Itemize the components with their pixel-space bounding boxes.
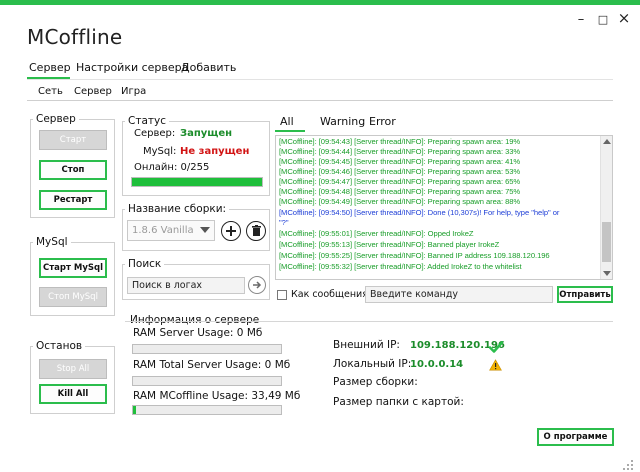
server-stop-button[interactable]: Стоп [39, 160, 107, 180]
build-size-label: Размер сборки: [333, 376, 418, 388]
subtab-server[interactable]: Сервер [74, 86, 112, 97]
log-tab-error[interactable]: Error [369, 115, 396, 128]
server-status-label: Сервер: [134, 128, 176, 139]
online-label: Онлайн: 0/255 [134, 162, 210, 173]
scroll-up-icon[interactable] [603, 139, 611, 144]
arrow-right-circle-icon[interactable] [248, 276, 266, 294]
log-line: [MCoffline]: [09:55:25] [Server thread/I… [279, 251, 550, 260]
log-console[interactable]: [MCoffline]: [09:54:43] [Server thread/I… [275, 135, 613, 280]
log-tab-indicator [275, 130, 305, 132]
log-line: [MCoffline]: [09:54:43] [Server thread/I… [279, 137, 521, 146]
kill-all-button[interactable]: Kill All [39, 384, 107, 404]
log-tab-warning[interactable]: Warning [320, 115, 365, 128]
ram-mcoffline-progress-fill [133, 406, 136, 414]
server-info-title: Информация о сервере [130, 314, 260, 326]
log-line: [MCoffline]: [09:54:48] [Server thread/I… [279, 187, 521, 196]
window-accent-bar [0, 0, 640, 5]
mysql-start-button[interactable]: Старт MySql [39, 258, 107, 278]
check-icon [488, 338, 504, 357]
subtab-game[interactable]: Игра [121, 86, 146, 97]
tab-server-settings[interactable]: Настройки сервера [76, 61, 188, 74]
status-group-title: Статус [128, 115, 166, 127]
log-line: [MCoffline]: [09:54:46] [Server thread/I… [279, 167, 521, 176]
scroll-down-icon[interactable] [603, 271, 611, 276]
online-progress-fill [132, 178, 262, 186]
search-input[interactable]: Поиск в логах [127, 277, 245, 294]
server-restart-button[interactable]: Рестарт [39, 190, 107, 210]
local-ip-value: 10.0.0.14 [410, 359, 464, 370]
log-scrollbar-thumb[interactable] [602, 222, 611, 262]
log-line: [MCoffline]: [09:54:45] [Server thread/I… [279, 157, 521, 166]
log-line: [MCoffline]: [09:54:47] [Server thread/I… [279, 177, 521, 186]
close-button[interactable]: × [617, 9, 631, 27]
ram-total-label: RAM Total Server Usage: 0 Мб [133, 359, 291, 371]
log-line: [MCoffline]: [09:55:01] [Server thread/I… [279, 229, 474, 238]
command-input[interactable]: Введите команду [365, 286, 553, 303]
maximize-button[interactable]: □ [596, 13, 610, 26]
warning-icon [489, 356, 502, 375]
log-scrollbar[interactable] [600, 136, 612, 279]
subtab-network[interactable]: Сеть [38, 86, 63, 97]
server-info-divider [125, 321, 613, 322]
build-select[interactable]: 1.8.6 Vanilla [127, 220, 215, 241]
plus-circle-icon[interactable] [221, 221, 241, 241]
mysql-status-value: Не запущен [180, 146, 250, 157]
resize-grip-icon[interactable] [622, 456, 634, 472]
send-button[interactable]: Отправить [557, 286, 613, 303]
log-line: [MCoffline]: [09:55:32] [Server thread/I… [279, 262, 522, 271]
server-start-button[interactable]: Старт [39, 130, 107, 150]
log-line: [MCoffline]: [09:54:49] [Server thread/I… [279, 197, 521, 206]
map-size-label: Размер папки с картой: [333, 396, 464, 408]
search-group-title: Поиск [128, 258, 162, 270]
ram-server-progress-bar [132, 344, 282, 354]
subtabs-divider [27, 100, 613, 101]
app-title: MCoffline [27, 25, 123, 49]
build-group-title: Название сборки: [128, 203, 227, 215]
trash-icon[interactable] [246, 221, 266, 241]
log-line: "?" [279, 218, 289, 227]
build-select-value: 1.8.6 Vanilla [132, 225, 194, 236]
mysql-status-label: MySql: [143, 146, 177, 157]
local-ip-label: Локальный IP: [333, 358, 412, 370]
ram-mcoffline-label: RAM MCoffline Usage: 33,49 Мб [133, 390, 301, 402]
ram-mcoffline-progress-bar [132, 405, 282, 415]
ram-total-progress-bar [132, 376, 282, 386]
about-button[interactable]: О программе [537, 428, 614, 446]
online-progress-bar [131, 177, 263, 187]
stop-all-button[interactable]: Stop All [39, 359, 107, 379]
halt-group-title: Останов [36, 340, 83, 352]
server-group-title: Сервер [36, 113, 76, 125]
minimize-button[interactable]: – [574, 12, 588, 27]
mysql-group-title: MySql [36, 236, 68, 248]
tab-server[interactable]: Сервер [29, 61, 71, 74]
tab-add[interactable]: Добавить [181, 61, 236, 74]
mysql-stop-button[interactable]: Стоп MySql [39, 287, 107, 307]
server-status-value: Запущен [180, 128, 233, 139]
as-message-label: Как сообщения: [291, 289, 372, 300]
log-tab-all[interactable]: All [280, 115, 294, 128]
log-line: [MCoffline]: [09:54:44] [Server thread/I… [279, 147, 521, 156]
ram-server-label: RAM Server Usage: 0 Мб [133, 327, 263, 339]
log-line: [MCoffline]: [09:55:13] [Server thread/I… [279, 240, 500, 249]
chevron-down-icon [200, 227, 210, 233]
log-line: [MCoffline]: [09:54:50] [Server thread/I… [279, 208, 560, 217]
tabs-divider [27, 79, 613, 80]
external-ip-label: Внешний IP: [333, 339, 400, 351]
as-message-checkbox[interactable] [277, 290, 287, 300]
